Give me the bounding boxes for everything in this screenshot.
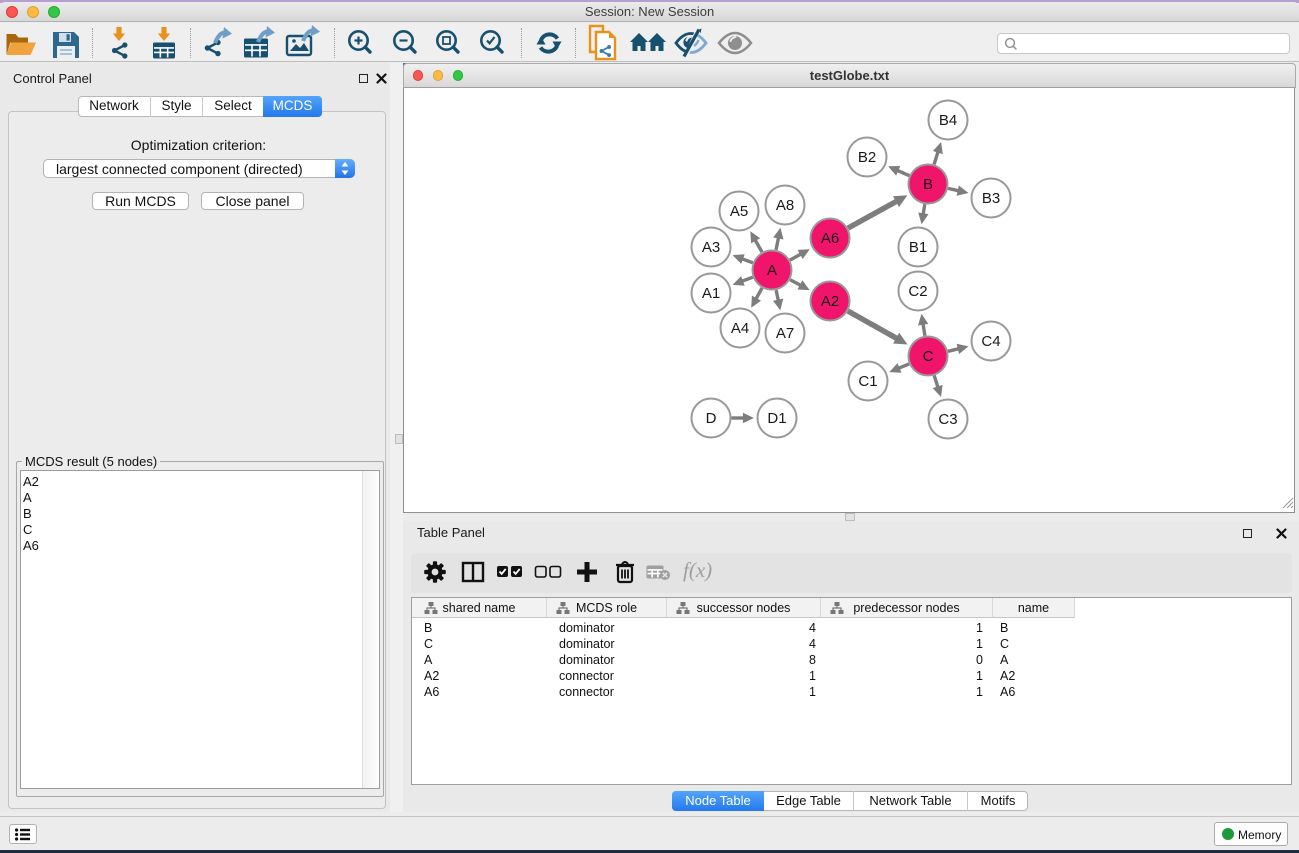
- svg-text:D1: D1: [767, 410, 786, 427]
- svg-text:A4: A4: [731, 320, 749, 337]
- svg-text:A8: A8: [776, 197, 794, 214]
- svg-text:B: B: [923, 176, 933, 193]
- svg-text:C2: C2: [908, 283, 927, 300]
- svg-text:A6: A6: [821, 230, 839, 247]
- svg-text:A2: A2: [821, 293, 839, 310]
- svg-text:C3: C3: [938, 411, 957, 428]
- svg-text:C1: C1: [858, 373, 877, 390]
- svg-text:A1: A1: [702, 285, 720, 302]
- svg-text:B1: B1: [909, 239, 927, 256]
- svg-text:B2: B2: [858, 149, 876, 166]
- svg-text:A7: A7: [776, 325, 794, 342]
- svg-text:C4: C4: [981, 333, 1000, 350]
- svg-text:B4: B4: [939, 112, 957, 129]
- svg-text:C: C: [923, 348, 934, 365]
- svg-text:A: A: [767, 262, 777, 279]
- svg-text:A5: A5: [730, 203, 748, 220]
- svg-text:B3: B3: [982, 190, 1000, 207]
- svg-text:D: D: [706, 410, 717, 427]
- svg-text:A3: A3: [702, 239, 720, 256]
